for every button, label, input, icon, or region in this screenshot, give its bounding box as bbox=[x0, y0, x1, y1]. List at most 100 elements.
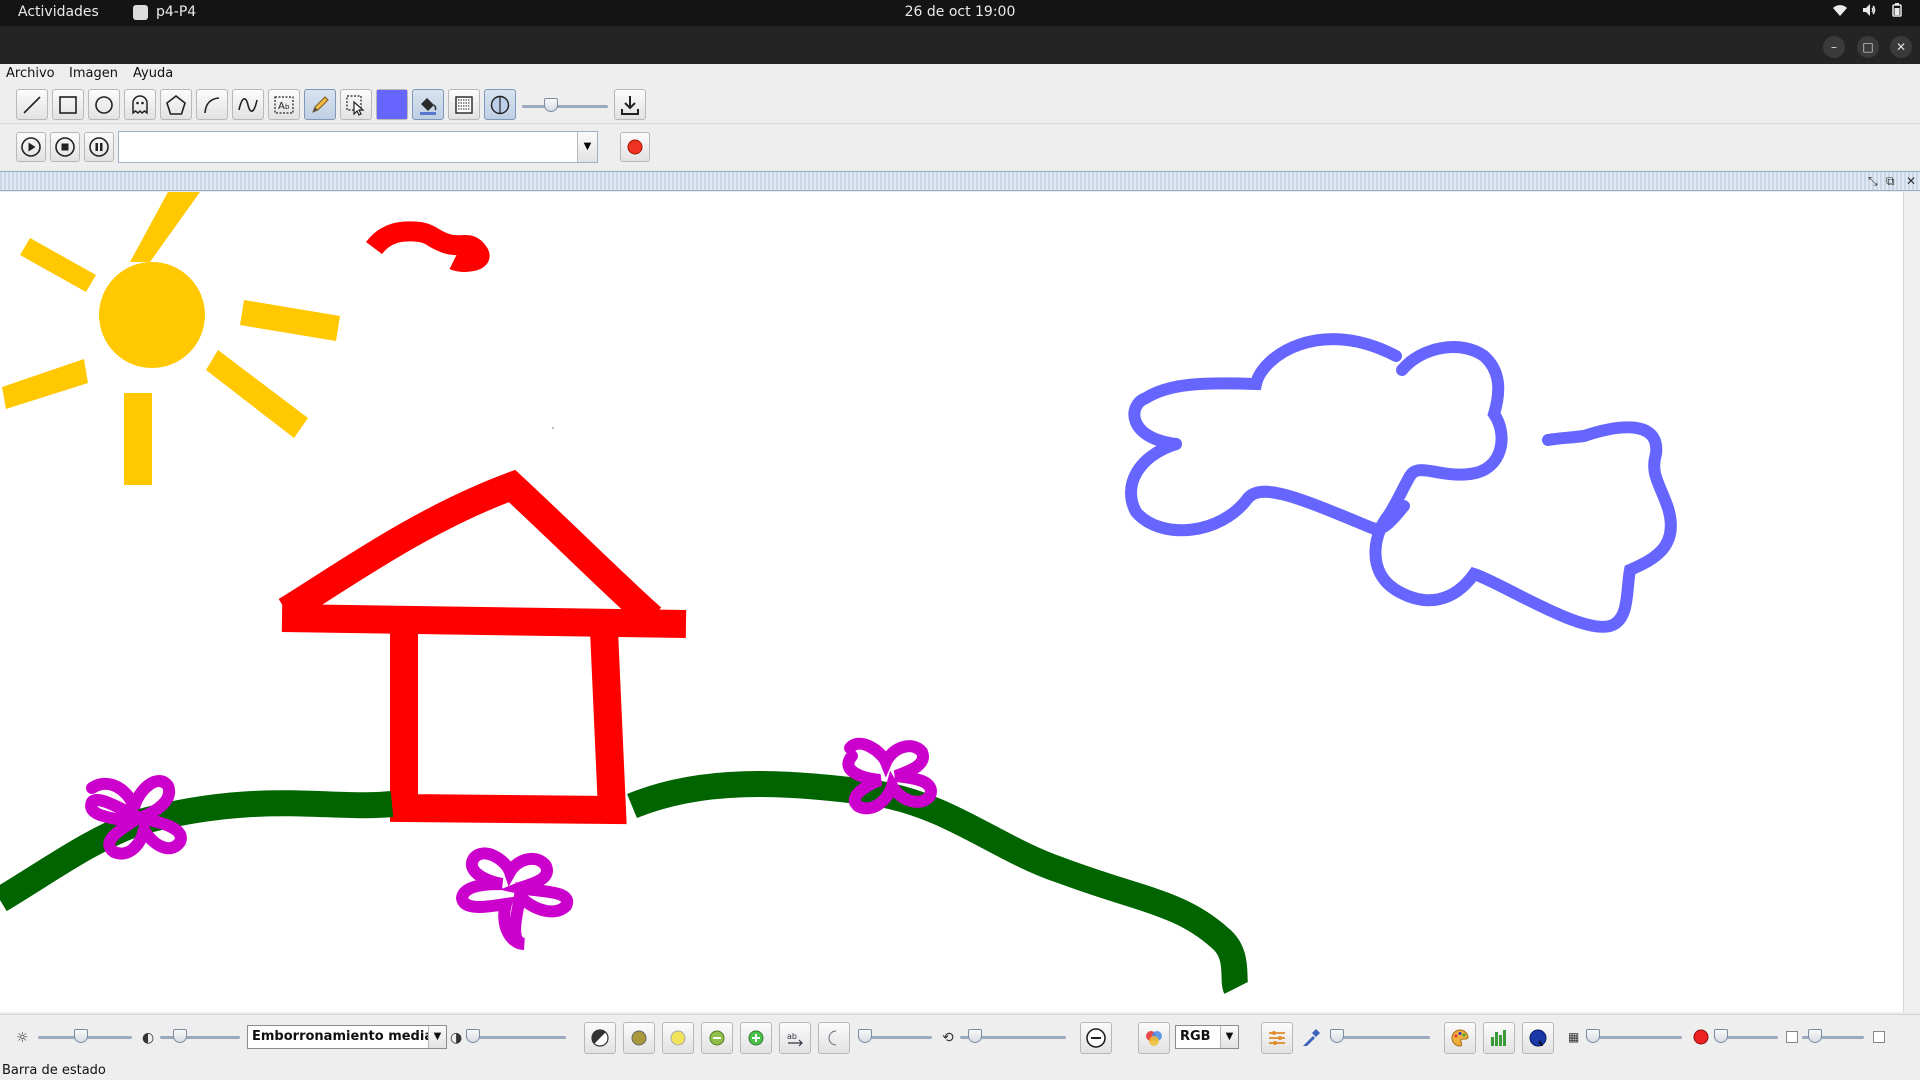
color-space-select[interactable]: RGB ▼ bbox=[1175, 1025, 1239, 1049]
menu-bar: Archivo Imagen Ayuda bbox=[0, 64, 1920, 84]
minus-circle-icon bbox=[709, 1030, 725, 1046]
drawing-canvas[interactable] bbox=[0, 192, 1903, 1012]
fill-toggle-button[interactable] bbox=[412, 89, 444, 120]
blur-filter-value: Emborronamiento media bbox=[252, 1029, 434, 1044]
selection-icon bbox=[346, 94, 365, 116]
threshold-slider[interactable] bbox=[1584, 1015, 1684, 1061]
minus-green-button[interactable] bbox=[701, 1022, 733, 1054]
slider-track bbox=[38, 1029, 132, 1043]
olive-filter-button[interactable] bbox=[623, 1022, 655, 1054]
chevron-down-icon[interactable]: ▼ bbox=[1220, 1026, 1238, 1048]
media-file-combobox[interactable]: ▼ bbox=[118, 131, 598, 163]
close-button[interactable]: ✕ bbox=[1890, 36, 1912, 58]
menu-ayuda[interactable]: Ayuda bbox=[133, 66, 173, 81]
menu-archivo[interactable]: Archivo bbox=[6, 66, 55, 81]
chevron-down-icon[interactable]: ▼ bbox=[428, 1026, 446, 1048]
filter-intensity-slider[interactable] bbox=[856, 1015, 934, 1061]
palette-button[interactable] bbox=[1444, 1022, 1476, 1054]
scale-filter-button[interactable]: ab bbox=[779, 1022, 811, 1054]
pencil-tool-button[interactable] bbox=[304, 89, 336, 120]
transparency-toggle-button[interactable] bbox=[484, 89, 516, 120]
close-frame-icon[interactable]: ✕ bbox=[1906, 174, 1916, 188]
color-bands-button[interactable] bbox=[1138, 1022, 1170, 1054]
line-icon bbox=[23, 95, 41, 114]
polygon-icon bbox=[166, 94, 186, 115]
extra-slider[interactable] bbox=[1800, 1015, 1866, 1061]
polygon-tool-button[interactable] bbox=[160, 89, 192, 120]
pattern-tool-button[interactable] bbox=[448, 89, 480, 120]
spline-tool-button[interactable] bbox=[232, 89, 264, 120]
slider-thumb[interactable] bbox=[173, 1029, 187, 1043]
chevron-down-icon[interactable]: ▼ bbox=[577, 132, 597, 162]
slider-thumb[interactable] bbox=[466, 1029, 480, 1043]
clock[interactable]: 26 de oct 19:00 bbox=[905, 4, 1016, 20]
wifi-icon bbox=[1832, 3, 1848, 21]
yellow-filter-button[interactable] bbox=[662, 1022, 694, 1054]
night-filter-button[interactable] bbox=[818, 1022, 850, 1054]
color-picker-dark-button[interactable] bbox=[1522, 1022, 1554, 1054]
restore-frame-icon[interactable]: ⤡ bbox=[1868, 174, 1878, 189]
window-header: – □ ✕ bbox=[0, 26, 1920, 64]
record-button[interactable] bbox=[620, 132, 650, 162]
square-checkbox[interactable] bbox=[1873, 1031, 1885, 1043]
ghost-shape-tool-button[interactable] bbox=[124, 89, 156, 120]
menu-imagen[interactable]: Imagen bbox=[69, 66, 118, 81]
slider-thumb[interactable] bbox=[74, 1029, 88, 1043]
svg-text:ab: ab bbox=[787, 1032, 797, 1041]
app-name: p4-P4 bbox=[156, 4, 197, 20]
internal-frame-titlebar[interactable]: ⤡ ⧉ ✕ bbox=[0, 171, 1920, 191]
negative-filter-button[interactable] bbox=[584, 1022, 616, 1054]
app-menu[interactable]: p4-P4 bbox=[133, 4, 196, 20]
slider-thumb[interactable] bbox=[968, 1029, 982, 1043]
sharpen-slider[interactable] bbox=[464, 1015, 568, 1061]
text-tool-button[interactable]: Ab bbox=[268, 89, 300, 120]
plus-circle-icon bbox=[748, 1030, 764, 1046]
slider-thumb[interactable] bbox=[858, 1029, 872, 1043]
maximize-frame-icon[interactable]: ⧉ bbox=[1886, 174, 1895, 189]
line-tool-button[interactable] bbox=[16, 89, 48, 120]
filters-toolbar: ☼ ◐ Emborronamiento media ▼ ◑ ab ⟲ RGB ▼… bbox=[0, 1014, 1920, 1060]
play-button[interactable] bbox=[16, 132, 46, 162]
ellipse-icon bbox=[95, 95, 113, 114]
vertical-scrollbar[interactable] bbox=[1903, 192, 1920, 1012]
text-icon: Ab bbox=[274, 95, 294, 114]
ellipse-tool-button[interactable] bbox=[88, 89, 120, 120]
slider-thumb[interactable] bbox=[544, 98, 558, 112]
color-selector-button[interactable] bbox=[376, 89, 408, 120]
red-tone-slider[interactable] bbox=[1712, 1015, 1780, 1061]
rectangle-tool-button[interactable] bbox=[52, 89, 84, 120]
histogram-button[interactable] bbox=[1483, 1022, 1515, 1054]
system-tray[interactable] bbox=[1832, 3, 1902, 21]
stop-button[interactable] bbox=[50, 132, 80, 162]
color-space-value: RGB bbox=[1180, 1029, 1211, 1044]
eyedropper-slider[interactable] bbox=[1328, 1015, 1432, 1061]
close-icon: ✕ bbox=[1895, 40, 1907, 54]
pause-button[interactable] bbox=[84, 132, 114, 162]
activities-button[interactable]: Actividades bbox=[18, 4, 99, 20]
spline-icon bbox=[238, 97, 258, 112]
rotation-slider[interactable] bbox=[958, 1015, 1068, 1061]
curve-tool-button[interactable] bbox=[196, 89, 228, 120]
slider-thumb[interactable] bbox=[1586, 1029, 1600, 1043]
slider-track bbox=[858, 1029, 932, 1043]
slider-thumb[interactable] bbox=[1330, 1029, 1344, 1043]
brightness-slider[interactable] bbox=[36, 1015, 136, 1061]
select-tool-button[interactable] bbox=[340, 89, 372, 120]
system-top-bar: Actividades p4-P4 26 de oct 19:00 bbox=[0, 0, 1920, 26]
maximize-button[interactable]: □ bbox=[1857, 36, 1879, 58]
minimize-button[interactable]: – bbox=[1823, 36, 1845, 58]
slider-track bbox=[1586, 1029, 1682, 1043]
zoom-out-button[interactable] bbox=[1080, 1022, 1112, 1054]
minus-icon bbox=[1086, 1028, 1106, 1048]
contrast-slider[interactable] bbox=[158, 1015, 242, 1061]
eyedropper-icon[interactable] bbox=[1300, 1027, 1322, 1053]
slider-thumb[interactable] bbox=[1714, 1029, 1728, 1043]
slider-track bbox=[1714, 1029, 1778, 1043]
stroke-width-slider[interactable] bbox=[520, 84, 612, 124]
plus-green-button[interactable] bbox=[740, 1022, 772, 1054]
slider-thumb[interactable] bbox=[1808, 1029, 1822, 1043]
adjust-settings-button[interactable] bbox=[1261, 1022, 1293, 1054]
cloud-drawing bbox=[1125, 333, 1677, 633]
save-download-button[interactable] bbox=[614, 89, 646, 120]
blur-filter-select[interactable]: Emborronamiento media ▼ bbox=[247, 1025, 447, 1049]
